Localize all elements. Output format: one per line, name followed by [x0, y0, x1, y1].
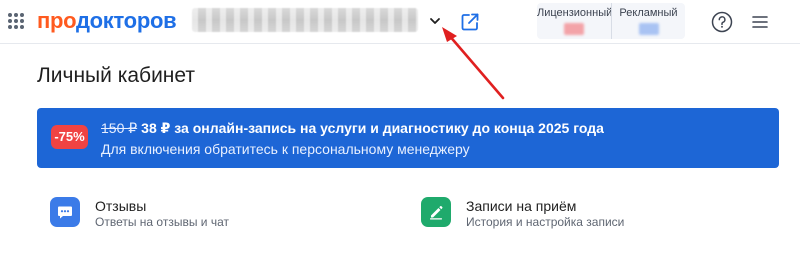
tariff-licensed-value-blurred	[564, 23, 584, 35]
pencil-edit-icon	[421, 197, 451, 227]
tariff-licensed-label: Лицензионный	[537, 7, 613, 19]
top-header: продокторов Лицензионный Рекламный	[0, 0, 800, 44]
organization-name-blurred[interactable]	[192, 8, 418, 32]
reviews-card-title: Отзывы	[95, 198, 147, 214]
hamburger-menu-icon[interactable]	[751, 14, 769, 30]
chevron-down-icon[interactable]	[428, 14, 442, 28]
apps-grid-icon[interactable]	[8, 13, 24, 29]
logo-part-pro: про	[37, 8, 76, 33]
old-price: 150 ₽	[101, 120, 138, 136]
tariff-licensed[interactable]: Лицензионный	[537, 3, 613, 39]
promo-headline: 150 ₽38 ₽ за онлайн-запись на услуги и д…	[101, 120, 604, 137]
external-link-icon[interactable]	[460, 12, 480, 32]
tariff-advertising[interactable]: Рекламный	[611, 3, 685, 39]
logo-part-doktorov: докторов	[75, 8, 177, 33]
chat-bubble-icon	[50, 197, 80, 227]
reviews-card-subtitle: Ответы на отзывы и чат	[95, 215, 229, 229]
discount-badge: -75%	[51, 125, 88, 149]
page-title: Личный кабинет	[37, 64, 195, 87]
tariff-switcher: Лицензионный Рекламный	[537, 3, 685, 39]
tariff-advertising-value-blurred	[638, 23, 659, 35]
promo-banner[interactable]: -75% 150 ₽38 ₽ за онлайн-запись на услуг…	[37, 108, 779, 168]
tariff-advertising-label: Рекламный	[619, 7, 678, 19]
prodoktorov-logo[interactable]: продокторов	[37, 8, 177, 33]
promo-subtext: Для включения обратитесь к персональному…	[101, 141, 470, 157]
promo-headline-text: 38 ₽ за онлайн-запись на услуги и диагно…	[141, 120, 604, 136]
appointments-card-subtitle: История и настройка записи	[466, 215, 625, 229]
appointments-card-title: Записи на приём	[466, 198, 577, 214]
help-question-icon[interactable]	[711, 11, 733, 33]
